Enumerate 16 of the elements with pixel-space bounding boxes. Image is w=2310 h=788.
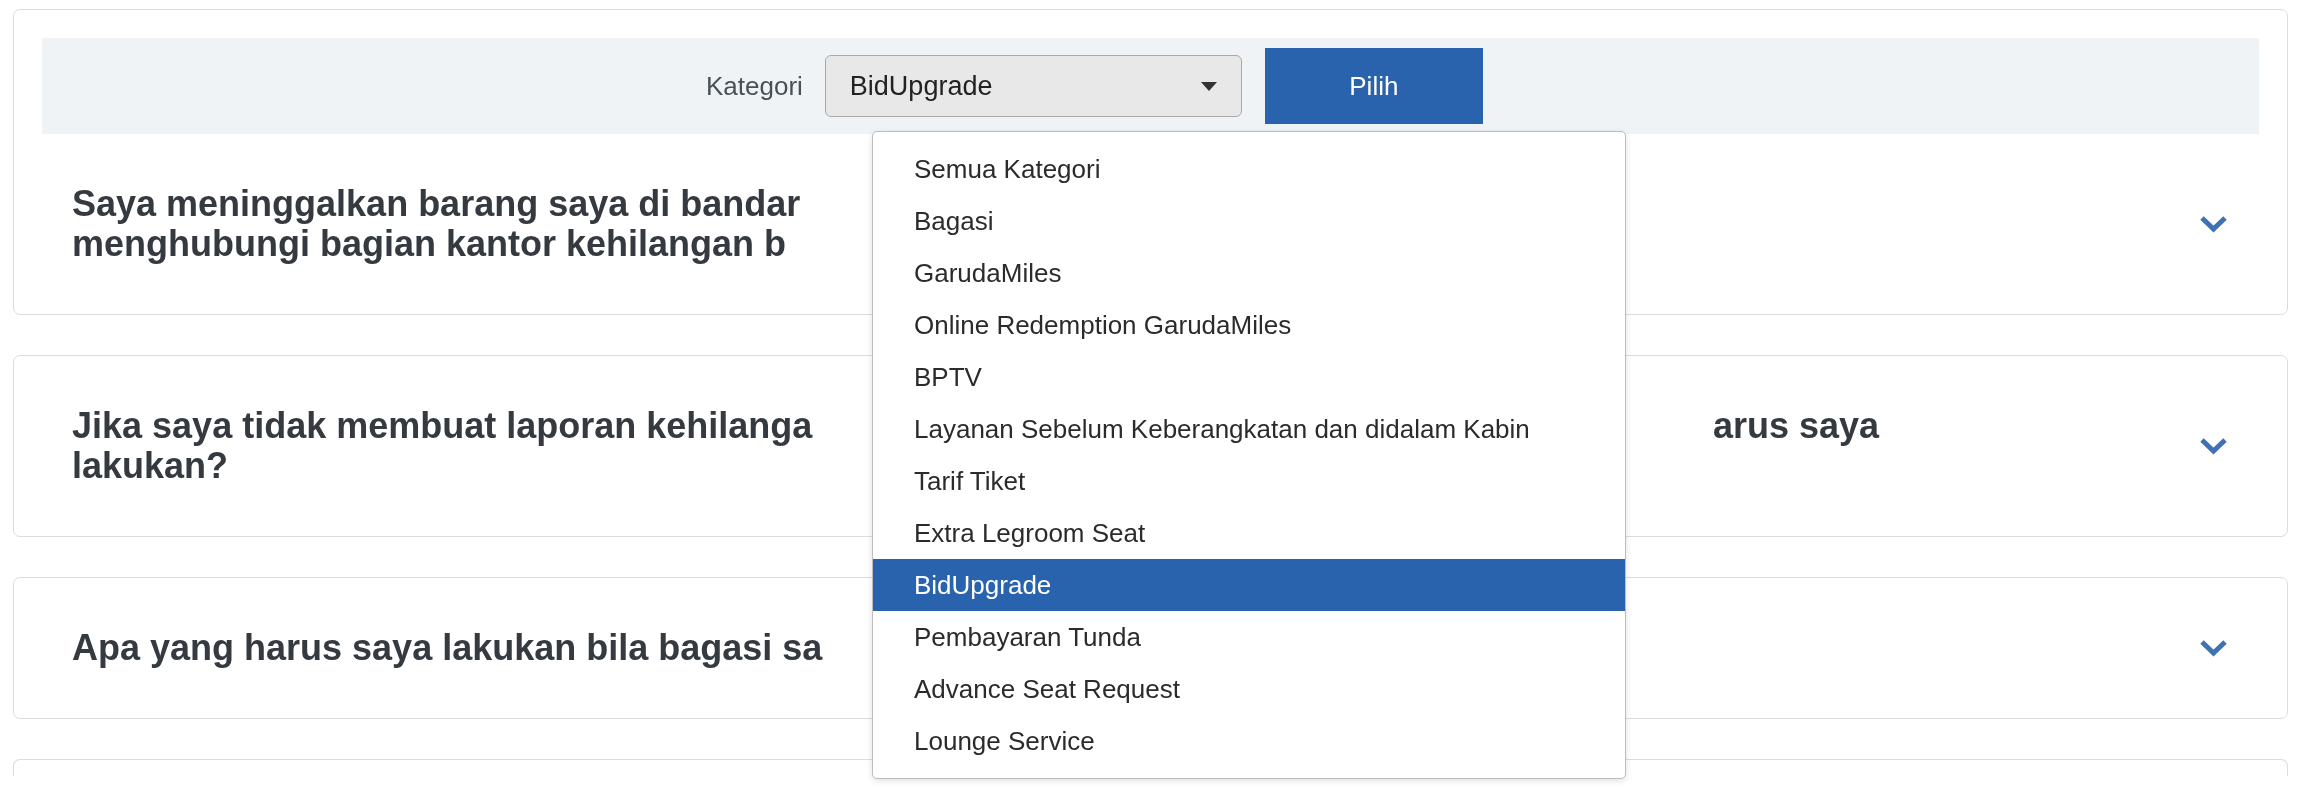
- dropdown-option[interactable]: Online Redemption GarudaMiles: [873, 299, 1625, 351]
- dropdown-option[interactable]: Pembayaran Tunda: [873, 611, 1625, 663]
- category-label: Kategori: [706, 70, 803, 102]
- choose-button[interactable]: Pilih: [1264, 48, 1483, 124]
- dropdown-option[interactable]: Bagasi: [873, 195, 1625, 247]
- dropdown-option[interactable]: Layanan Sebelum Keberangkatan dan didalam Kabin: [873, 403, 1625, 455]
- category-select[interactable]: BidUpgrade: [824, 55, 1242, 117]
- dropdown-option[interactable]: Extra Legroom Seat: [873, 507, 1625, 559]
- dropdown-option[interactable]: Lounge Service: [873, 715, 1625, 767]
- dropdown-option[interactable]: Semua Kategori: [873, 143, 1625, 195]
- dropdown-option[interactable]: BPTV: [873, 351, 1625, 403]
- dropdown-option[interactable]: Tarif Tiket: [873, 455, 1625, 507]
- question-text[interactable]: arus saya: [1713, 406, 2200, 446]
- dropdown-option[interactable]: GarudaMiles: [873, 247, 1625, 299]
- dropdown-option[interactable]: BidUpgrade: [873, 559, 1625, 611]
- dropdown-option[interactable]: Advance Seat Request: [873, 663, 1625, 715]
